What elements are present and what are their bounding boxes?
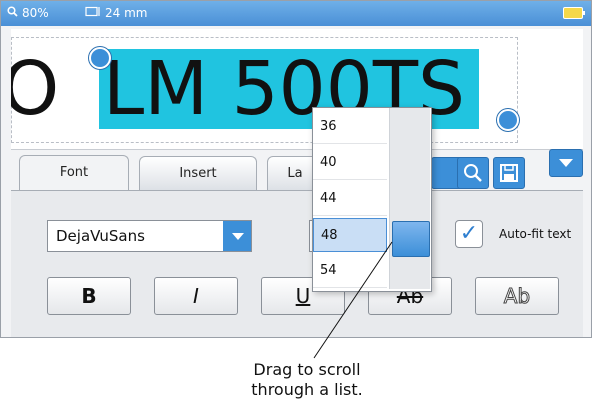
callout-caption: Drag to scroll through a list. [251, 360, 363, 399]
callout-line [313, 241, 393, 359]
